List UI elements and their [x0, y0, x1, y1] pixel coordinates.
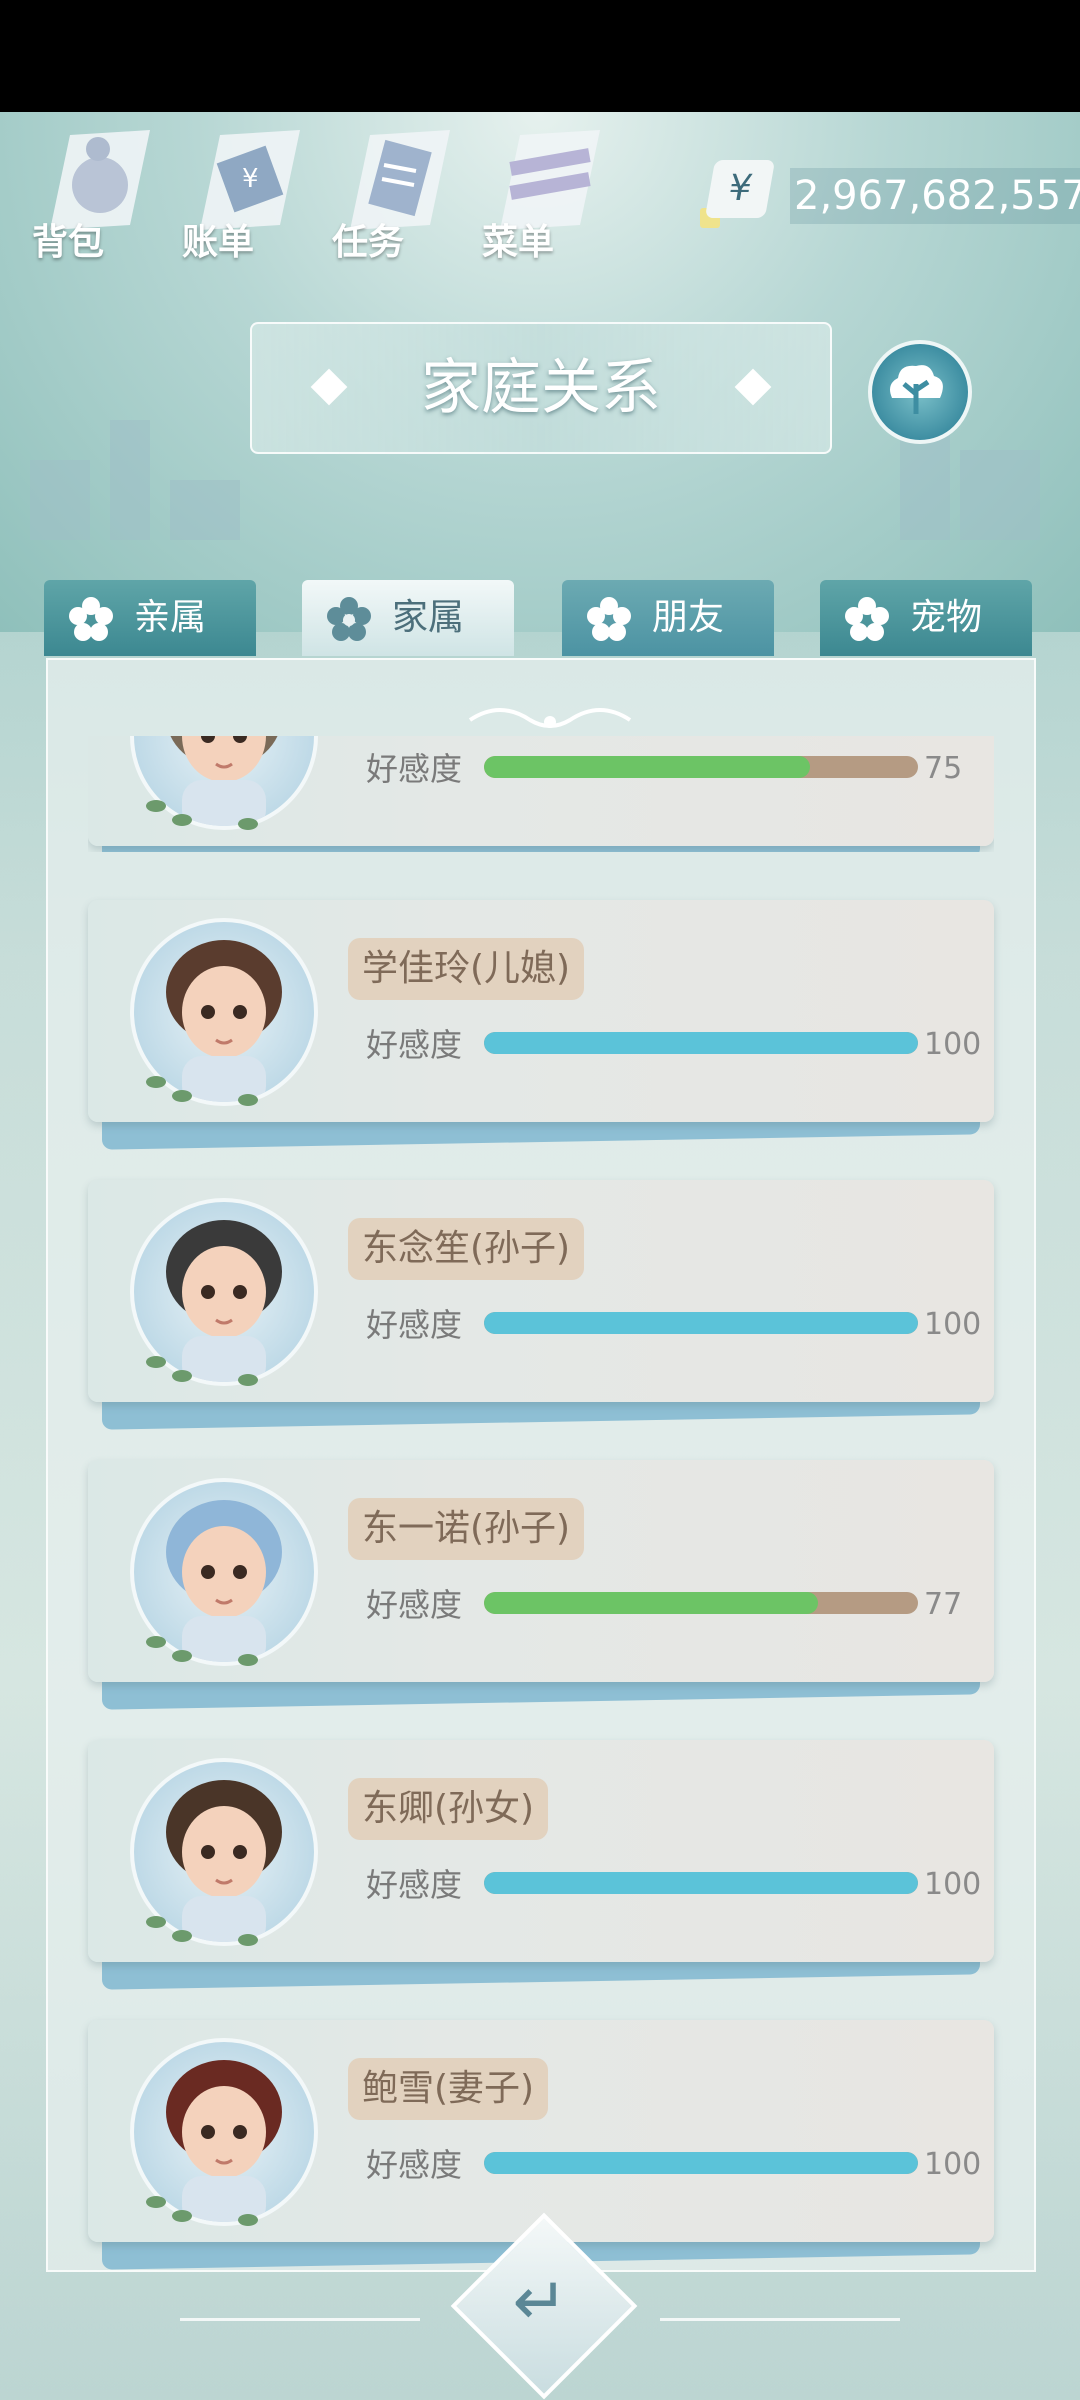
- leaf-decoration: [238, 1654, 258, 1666]
- tab-family[interactable]: 家属: [302, 580, 514, 656]
- affinity-bar-fill: [484, 1592, 819, 1614]
- bag-button[interactable]: 背包: [32, 125, 162, 265]
- menu-button[interactable]: 菜单: [482, 125, 612, 265]
- tab-pets[interactable]: 宠物: [820, 580, 1032, 656]
- leaf-decoration: [146, 1076, 166, 1088]
- card-face: 东卿(孙女) 好感度 100: [88, 1740, 994, 1962]
- affinity-bar: [484, 756, 918, 778]
- leaf-decoration: [238, 1374, 258, 1386]
- decor-line-right: [660, 2318, 900, 2321]
- menu-label: 菜单: [482, 222, 555, 263]
- card-face: 学佳玲(儿媳) 好感度 100: [88, 900, 994, 1122]
- bill-button[interactable]: ¥ 账单: [182, 125, 312, 265]
- leaf-decoration: [238, 818, 258, 830]
- member-name: 东卿(孙女): [348, 1778, 549, 1840]
- affinity-label: 好感度: [366, 1586, 463, 1624]
- flower-icon: [69, 597, 113, 641]
- affinity-value: 100: [924, 2147, 982, 2182]
- affinity-value: 100: [924, 1867, 982, 1902]
- affinity-value: 100: [924, 1307, 982, 1342]
- affinity-value: 77: [924, 1587, 963, 1622]
- affinity-bar-fill: [484, 756, 810, 778]
- affinity-bar-fill: [484, 2152, 918, 2174]
- tab-family-label: 家属: [392, 597, 465, 638]
- affinity-bar-fill: [484, 1032, 918, 1054]
- currency-display: ¥ 2,967,682,557: [700, 160, 1080, 230]
- leaf-decoration: [172, 1930, 192, 1942]
- card-face: 东念笙(孙子) 好感度 100: [88, 1180, 994, 1402]
- character-portrait: [166, 1220, 282, 1382]
- family-tree-button[interactable]: [868, 340, 972, 444]
- leaf-decoration: [146, 2196, 166, 2208]
- tab-relatives-label: 亲属: [134, 597, 207, 638]
- leaf-decoration: [146, 1356, 166, 1368]
- affinity-label: 好感度: [366, 1866, 463, 1904]
- member-name: 鲍雪(妻子): [348, 2058, 549, 2120]
- family-tree-icon: [890, 365, 943, 414]
- tab-friends-label: 朋友: [652, 597, 725, 638]
- leaf-decoration: [238, 1094, 258, 1106]
- character-portrait: [166, 1780, 282, 1942]
- affinity-label: 好感度: [366, 2146, 463, 2184]
- status-bar: [0, 0, 1080, 112]
- affinity-bar: [484, 1872, 918, 1894]
- character-portrait: [166, 1500, 282, 1662]
- affinity-bar-fill: [484, 1872, 918, 1894]
- leaf-decoration: [238, 2214, 258, 2226]
- tab-friends[interactable]: 朋友: [562, 580, 774, 656]
- back-arrow-icon[interactable]: ↵: [500, 2262, 580, 2342]
- member-card[interactable]: 东一诺(孙子) 好感度 77: [88, 1460, 994, 1710]
- svg-text:¥: ¥: [242, 164, 259, 194]
- bag-label: 背包: [32, 222, 105, 263]
- scroll-ornament: [468, 708, 632, 728]
- tab-relatives[interactable]: 亲属: [44, 580, 256, 656]
- leaf-decoration: [172, 814, 192, 826]
- leaf-decoration: [146, 1636, 166, 1648]
- character-portrait: [166, 940, 282, 1102]
- affinity-label: 好感度: [366, 750, 463, 788]
- leaf-decoration: [172, 1090, 192, 1102]
- affinity-bar: [484, 1032, 918, 1054]
- task-label: 任务: [332, 222, 405, 263]
- member-card[interactable]: 学佳玲(儿媳) 好感度 100: [88, 900, 994, 1150]
- leaf-decoration: [172, 1370, 192, 1382]
- leaf-decoration: [146, 800, 166, 812]
- affinity-bar-fill: [484, 1312, 918, 1334]
- task-button[interactable]: 任务: [332, 125, 462, 265]
- leaf-decoration: [172, 1650, 192, 1662]
- card-face: 鲍雪(妻子) 好感度 100: [88, 2020, 994, 2242]
- affinity-bar: [484, 2152, 918, 2174]
- leaf-decoration: [146, 1916, 166, 1928]
- decor-line-left: [180, 2318, 420, 2321]
- flower-icon: [587, 597, 631, 641]
- flower-icon: [327, 597, 371, 641]
- page-title-box: 家庭关系: [250, 322, 832, 454]
- yen-icon: ¥: [704, 160, 776, 218]
- affinity-value: 75: [924, 751, 963, 786]
- bill-label: 账单: [182, 222, 255, 263]
- member-name: 东念笙(孙子): [348, 1218, 585, 1280]
- member-card[interactable]: 东卿(孙女) 好感度 100: [88, 1740, 994, 1990]
- affinity-bar: [484, 1312, 918, 1334]
- currency-amount: 2,967,682,557: [790, 168, 1080, 224]
- affinity-label: 好感度: [366, 1026, 463, 1064]
- member-name: 学佳玲(儿媳): [348, 938, 585, 1000]
- affinity-value: 100: [924, 1027, 982, 1062]
- affinity-bar: [484, 1592, 918, 1614]
- card-face: 东一诺(孙子) 好感度 77: [88, 1460, 994, 1682]
- flower-icon: [845, 597, 889, 641]
- member-card[interactable]: 东念笙(孙子) 好感度 100: [88, 1180, 994, 1430]
- tab-pets-label: 宠物: [910, 597, 983, 638]
- leaf-decoration: [172, 2210, 192, 2222]
- leaf-decoration: [238, 1934, 258, 1946]
- character-portrait: [166, 2060, 282, 2222]
- affinity-label: 好感度: [366, 1306, 463, 1344]
- member-name: 东一诺(孙子): [348, 1498, 585, 1560]
